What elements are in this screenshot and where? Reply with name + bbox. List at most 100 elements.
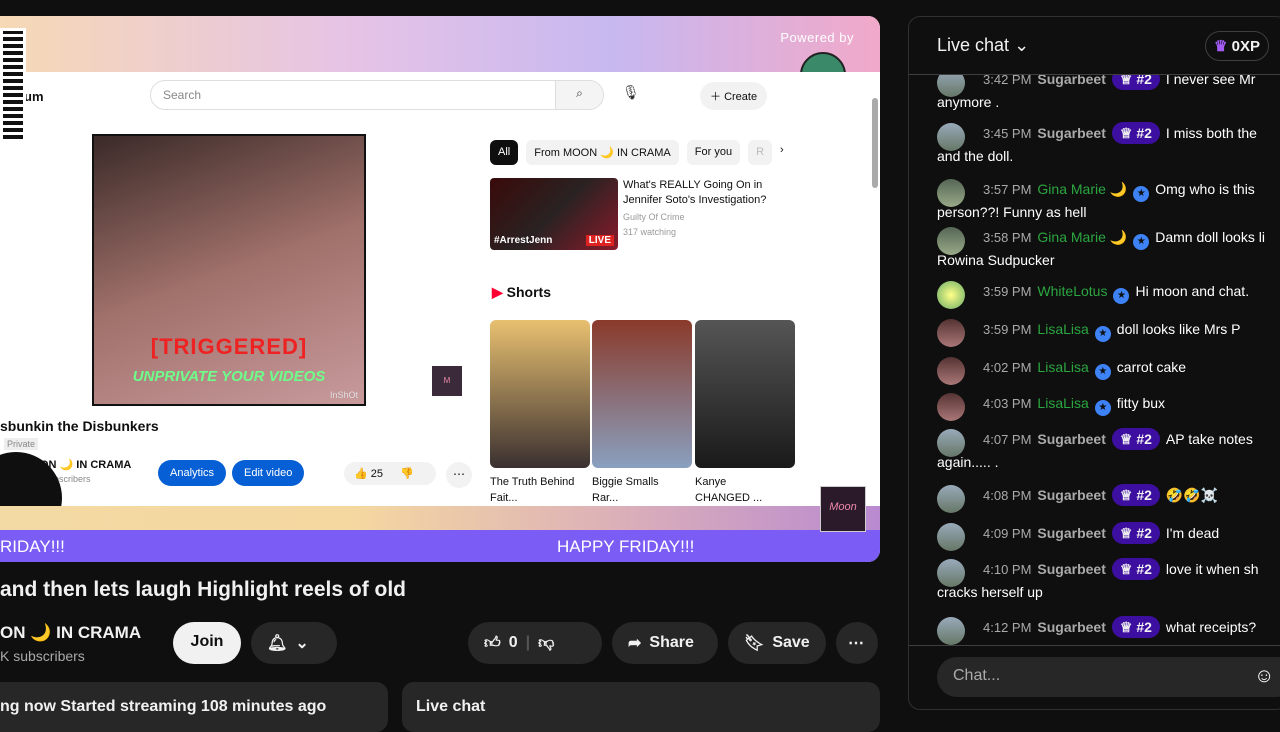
avatar[interactable]: [937, 227, 965, 255]
chat-messages[interactable]: 3:42 PM Sugarbeet ♕ #2 I never see Mr anymor…: [909, 75, 1280, 645]
author-name[interactable]: Sugarbeet: [1037, 75, 1105, 87]
like-icon[interactable]: 👍︎: [484, 634, 501, 653]
chat-message: 3:59 PM LisaLisa ★ doll looks like Mrs P: [937, 317, 1280, 347]
author-name[interactable]: Sugarbeet: [1037, 619, 1105, 635]
author-name[interactable]: LisaLisa: [1037, 321, 1088, 337]
avatar[interactable]: [937, 123, 965, 151]
avatar[interactable]: [937, 281, 965, 309]
search-placeholder: Search: [163, 88, 202, 102]
message-text-continued: person??! Funny as hell: [937, 204, 1087, 220]
chat-message: 3:59 PM WhiteLotus ★ Hi moon and chat.: [937, 279, 1280, 309]
chip-from-channel: From MOON 🌙 IN CRAMA: [526, 140, 679, 165]
stream-status-card[interactable]: ng now Started streaming 108 minutes ago: [0, 682, 388, 732]
captured-video-title: sbunkin the Disbunkers: [0, 418, 159, 434]
message-text: Hi moon and chat.: [1135, 283, 1250, 299]
author-name[interactable]: Sugarbeet: [1037, 561, 1105, 577]
rank-badge: ♕ #2: [1111, 522, 1160, 544]
avatar[interactable]: [937, 319, 965, 347]
message-text-continued: Rowina Sudpucker: [937, 252, 1055, 268]
divider: [909, 645, 1280, 646]
chat-input[interactable]: Chat...: [937, 657, 1280, 697]
author-name[interactable]: Sugarbeet: [1037, 125, 1105, 141]
captured-search-box: Search ⌕: [150, 80, 604, 110]
divider: |: [525, 634, 531, 651]
banner-text-left: RIDAY!!!: [0, 537, 65, 556]
shorts-heading: ▶ Shorts: [492, 284, 551, 301]
message-time: 4:08 PM: [983, 488, 1032, 503]
rank-value: #2: [1136, 619, 1152, 635]
chip-all: All: [490, 140, 519, 165]
captured-like-group: 👍 25 👎: [344, 462, 436, 485]
chat-message: 4:07 PM Sugarbeet ♕ #2 AP take notes again..…: [937, 427, 1280, 472]
chat-mode-dropdown[interactable]: Live chat ⌄: [937, 35, 1029, 56]
avatar[interactable]: [937, 485, 965, 513]
message-time: 4:12 PM: [983, 620, 1032, 635]
avatar[interactable]: [937, 357, 965, 385]
chip-bar: All From MOON 🌙 IN CRAMA For you R ›: [490, 140, 784, 165]
share-label: Share: [649, 634, 694, 651]
avatar[interactable]: [937, 179, 965, 207]
like-dislike-group[interactable]: 👍︎ 0 | 👎︎: [468, 622, 602, 664]
author-name[interactable]: Gina Marie 🌙: [1037, 181, 1127, 197]
avatar[interactable]: [937, 429, 965, 457]
yt-logo: um: [24, 89, 44, 104]
author-name[interactable]: LisaLisa: [1037, 395, 1088, 411]
captured-youtube-page: um Search ⌕ 🎙 ＋ Create [TRIGGERED] UNPRIV…: [0, 72, 880, 544]
author-name[interactable]: LisaLisa: [1037, 359, 1088, 375]
member-star-icon: ★: [1094, 400, 1111, 416]
overlay-top-band: Powered by: [0, 16, 880, 72]
rank-value: #2: [1136, 487, 1152, 503]
captured-channel-name: ON 🌙 IN CRAMA: [40, 459, 132, 471]
rank-value: #2: [1136, 561, 1152, 577]
happy-friday-banner: RIDAY!!! HAPPY FRIDAY!!!: [0, 530, 880, 562]
message-time: 3:45 PM: [983, 126, 1032, 141]
author-name[interactable]: Sugarbeet: [1037, 487, 1105, 503]
search-icon: ⌕: [555, 81, 603, 109]
analytics-button: Analytics: [158, 460, 227, 486]
short-thumbnail: [490, 320, 590, 468]
chat-title: Live chat: [937, 35, 1010, 55]
xp-badge[interactable]: ♛ 0XP: [1205, 31, 1269, 61]
more-actions-button[interactable]: ⋯: [836, 622, 878, 664]
join-button[interactable]: Join: [173, 622, 241, 664]
chip-more: R: [748, 140, 773, 165]
message-time: 4:02 PM: [983, 360, 1032, 375]
notification-bell-button[interactable]: 🔔︎ ⌄: [251, 622, 337, 664]
message-time: 4:10 PM: [983, 562, 1032, 577]
live-chat-card[interactable]: Live chat: [402, 682, 880, 732]
moon-logo-small: M: [432, 366, 462, 396]
overlay-gradient: [0, 506, 880, 530]
chat-message: 4:08 PM Sugarbeet ♕ #2 🤣🤣☠️: [937, 483, 1280, 513]
avatar[interactable]: [937, 559, 965, 587]
chevron-down-icon: ⌄: [295, 635, 309, 652]
author-name[interactable]: Gina Marie 🌙: [1037, 229, 1127, 245]
rank-badge: ♕ #2: [1111, 428, 1160, 450]
recommended-channel: Guilty Of Crime: [623, 212, 685, 222]
avatar[interactable]: [937, 617, 965, 645]
crown-icon: ♛: [1214, 38, 1228, 55]
channel-name[interactable]: ON 🌙 IN CRAMA: [0, 623, 141, 643]
author-name[interactable]: Sugarbeet: [1037, 525, 1105, 541]
crown-icon: ♕: [1119, 487, 1133, 503]
save-button[interactable]: 🔖︎ Save: [728, 622, 826, 664]
share-button[interactable]: ➦ Share: [612, 622, 718, 664]
powered-by-label: Powered by: [780, 30, 854, 45]
author-name[interactable]: Sugarbeet: [1037, 431, 1105, 447]
captured-like-count: 25: [370, 468, 384, 480]
bell-icon: 🔔︎: [267, 635, 288, 652]
dislike-icon[interactable]: 👎︎: [538, 634, 554, 653]
message-text-continued: cracks herself up: [937, 584, 1043, 600]
video-player[interactable]: Powered by um Search ⌕ 🎙 ＋ Create [TRIGGE…: [0, 16, 880, 562]
emoji-icon[interactable]: ☺: [1254, 665, 1274, 688]
live-badge: LIVE: [585, 235, 614, 246]
message-time: 4:09 PM: [983, 526, 1032, 541]
thumbs-up-icon: 👍: [354, 468, 368, 480]
message-time: 3:59 PM: [983, 322, 1032, 337]
rank-badge: ♕ #2: [1111, 122, 1160, 144]
subscriber-count: K subscribers: [0, 648, 85, 664]
avatar[interactable]: [937, 523, 965, 551]
author-name[interactable]: WhiteLotus: [1037, 283, 1107, 299]
recommended-thumbnail: #ArrestJenn LIVE: [490, 178, 618, 250]
avatar[interactable]: [937, 393, 965, 421]
like-count: 0: [508, 634, 518, 651]
